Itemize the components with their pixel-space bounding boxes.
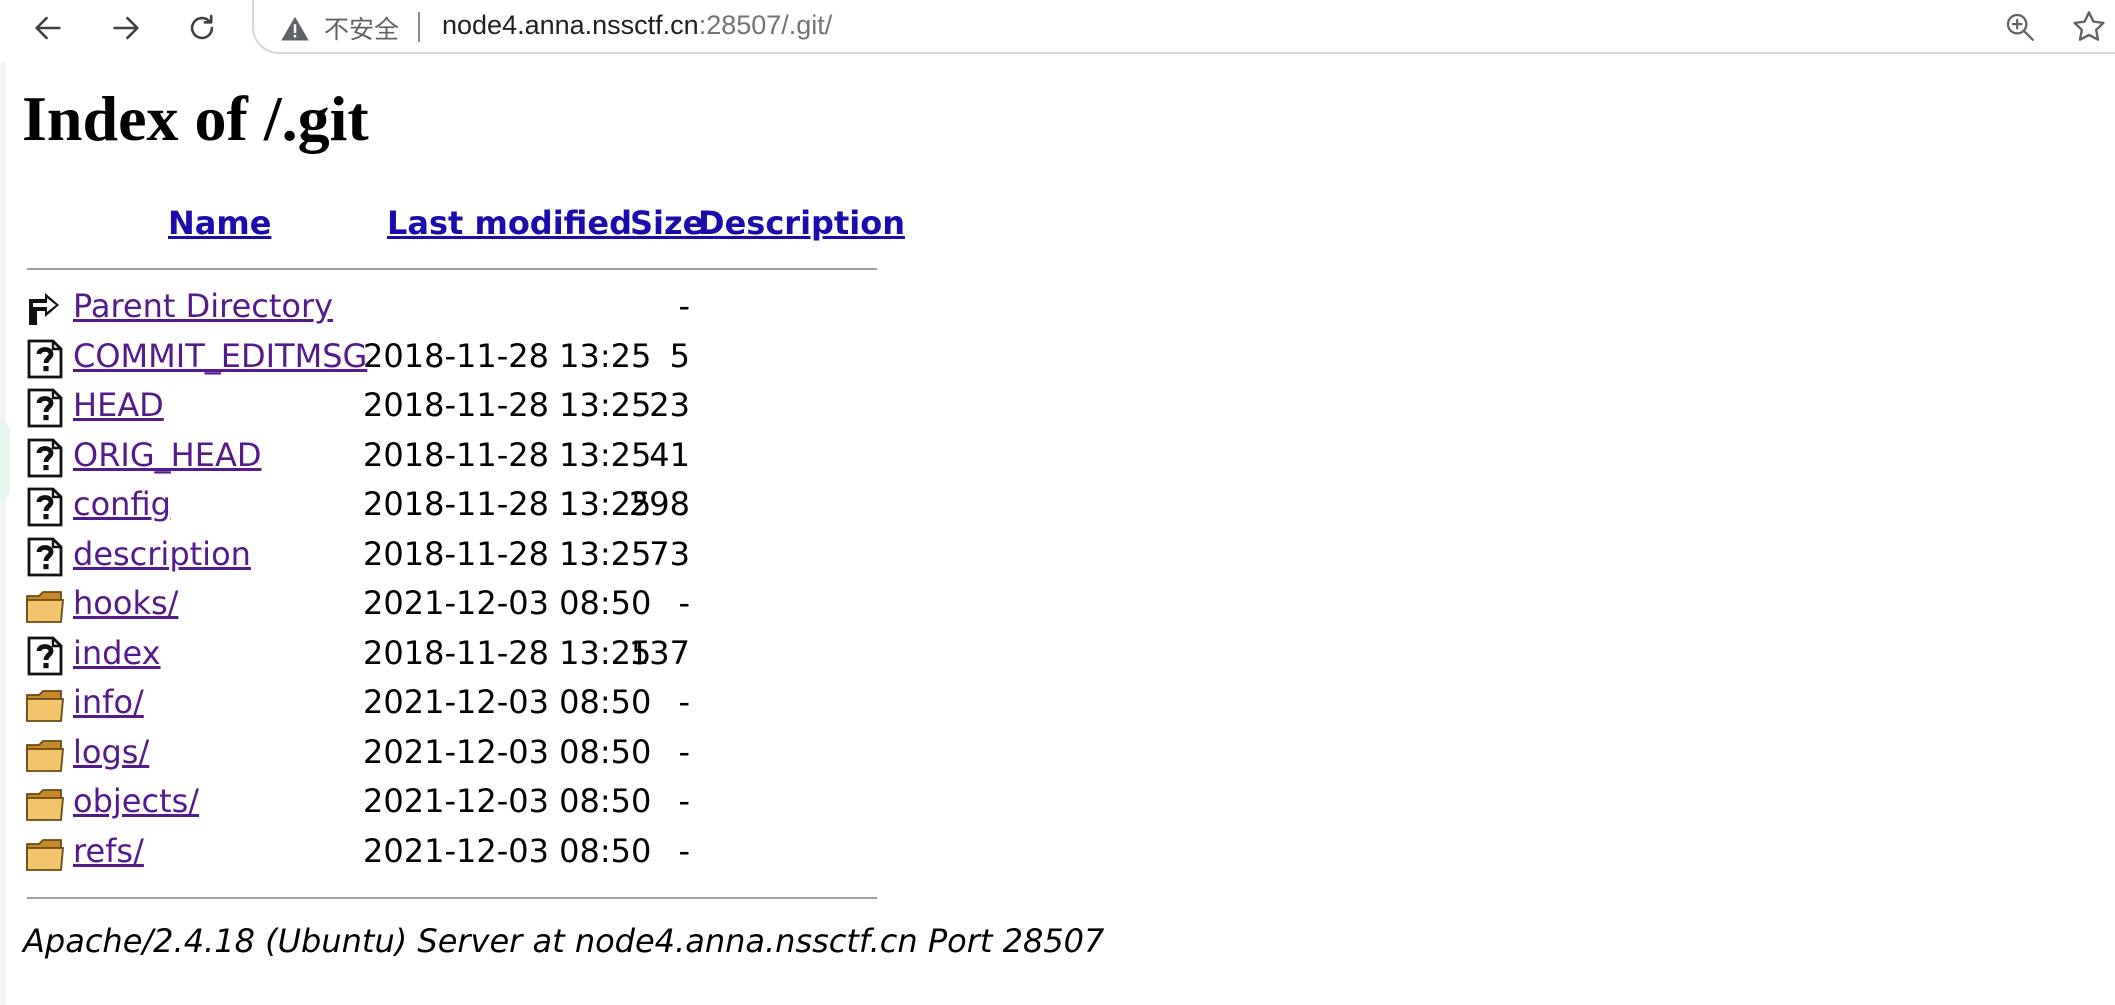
table-row: refs/2021-12-03 08:50- bbox=[0, 830, 900, 879]
page-title: Index of /.git bbox=[22, 83, 369, 154]
size-cell: - bbox=[678, 782, 690, 820]
size-cell: 41 bbox=[649, 435, 690, 474]
security-status-label[interactable]: 不安全 bbox=[324, 10, 399, 46]
column-header-name[interactable]: Name bbox=[168, 202, 271, 244]
zoom-in-icon[interactable] bbox=[2003, 10, 2037, 44]
column-header-description[interactable]: Description bbox=[698, 202, 905, 244]
file-link[interactable]: ORIG_HEAD bbox=[73, 434, 261, 476]
unknown-file-icon bbox=[25, 438, 65, 478]
last-modified-cell: 2018-11-28 13:25 bbox=[363, 336, 652, 375]
size-cell: - bbox=[678, 683, 690, 721]
warning-icon[interactable] bbox=[280, 14, 310, 42]
table-row: ORIG_HEAD 2018-11-28 13:25 41 bbox=[0, 434, 900, 483]
forward-button[interactable] bbox=[104, 6, 148, 50]
file-link[interactable]: COMMIT_EDITMSG bbox=[73, 335, 367, 377]
last-modified-cell: 2018-11-28 13:25 bbox=[363, 386, 652, 424]
file-link[interactable]: hooks/ bbox=[73, 582, 178, 624]
table-row: hooks/2021-12-03 08:50- bbox=[0, 582, 900, 631]
size-cell: 298 bbox=[628, 485, 690, 523]
back-icon bbox=[25, 289, 65, 329]
reload-button[interactable] bbox=[180, 6, 224, 50]
table-row: config 2018-11-28 13:25 298 bbox=[0, 483, 900, 532]
browser-toolbar: 不安全 node4.anna.nssctf.cn:28507/.git/ bbox=[0, 0, 2115, 62]
server-signature: Apache/2.4.18 (Ubuntu) Server at node4.a… bbox=[23, 922, 1105, 960]
file-link[interactable]: refs/ bbox=[73, 830, 144, 872]
address-divider bbox=[418, 12, 420, 42]
column-header-size[interactable]: Size bbox=[630, 202, 704, 244]
arrow-right-icon bbox=[113, 16, 139, 40]
size-cell: - bbox=[678, 287, 690, 325]
file-link[interactable]: config bbox=[73, 483, 171, 525]
last-modified-cell: 2018-11-28 13:25 bbox=[363, 633, 652, 672]
file-link[interactable]: Parent Directory bbox=[73, 285, 333, 327]
folder-icon bbox=[25, 784, 65, 824]
url-host: node4.anna.nssctf.cn bbox=[442, 10, 699, 40]
size-cell: 73 bbox=[649, 534, 690, 573]
file-link[interactable]: logs/ bbox=[73, 731, 149, 773]
column-header-last-modified[interactable]: Last modified bbox=[387, 202, 632, 244]
footer-divider bbox=[27, 897, 877, 899]
file-link[interactable]: index bbox=[73, 632, 161, 674]
table-row: COMMIT_EDITMSG 2018-11-28 13:25 5 bbox=[0, 335, 900, 384]
table-row: HEAD 2018-11-28 13:25 23 bbox=[0, 384, 900, 433]
back-button[interactable] bbox=[26, 6, 70, 50]
table-row: description 2018-11-28 13:25 73 bbox=[0, 533, 900, 582]
last-modified-cell: 2018-11-28 13:25 bbox=[363, 534, 652, 573]
file-link[interactable]: description bbox=[73, 533, 251, 575]
file-link[interactable]: info/ bbox=[73, 681, 144, 723]
reload-icon bbox=[190, 14, 214, 40]
last-modified-cell: 2021-12-03 08:50 bbox=[363, 831, 652, 870]
table-row: index 2018-11-28 13:25 137 bbox=[0, 632, 900, 681]
file-link[interactable]: HEAD bbox=[73, 384, 164, 426]
size-cell: - bbox=[678, 831, 690, 870]
table-row: info/2021-12-03 08:50- bbox=[0, 681, 900, 730]
table-row: objects/2021-12-03 08:50- bbox=[0, 780, 900, 829]
last-modified-cell: 2021-12-03 08:50 bbox=[363, 782, 652, 820]
unknown-file-icon bbox=[25, 339, 65, 379]
folder-icon bbox=[25, 735, 65, 775]
table-row: logs/2021-12-03 08:50- bbox=[0, 731, 900, 780]
arrow-left-icon bbox=[35, 16, 61, 40]
last-modified-cell: 2021-12-03 08:50 bbox=[363, 732, 652, 771]
header-divider bbox=[27, 268, 877, 270]
unknown-file-icon bbox=[25, 487, 65, 527]
size-cell: 137 bbox=[628, 633, 690, 672]
bookmark-star-icon[interactable] bbox=[2070, 8, 2108, 46]
folder-icon bbox=[25, 586, 65, 626]
folder-icon bbox=[25, 834, 65, 874]
size-cell: 5 bbox=[669, 336, 690, 375]
size-cell: - bbox=[678, 584, 690, 622]
size-cell: - bbox=[678, 732, 690, 771]
folder-icon bbox=[25, 685, 65, 725]
url-text[interactable]: node4.anna.nssctf.cn:28507/.git/ bbox=[442, 10, 832, 41]
last-modified-cell: 2021-12-03 08:50 bbox=[363, 584, 652, 622]
last-modified-cell: 2018-11-28 13:25 bbox=[363, 485, 652, 523]
url-path: :28507/.git/ bbox=[698, 10, 833, 40]
size-cell: 23 bbox=[649, 386, 690, 424]
last-modified-cell: 2021-12-03 08:50 bbox=[363, 683, 652, 721]
file-link[interactable]: objects/ bbox=[73, 780, 199, 822]
last-modified-cell: 2018-11-28 13:25 bbox=[363, 435, 652, 474]
table-row: Parent Directory - bbox=[0, 285, 900, 334]
unknown-file-icon bbox=[25, 537, 65, 577]
unknown-file-icon bbox=[25, 388, 65, 428]
unknown-file-icon bbox=[25, 636, 65, 676]
